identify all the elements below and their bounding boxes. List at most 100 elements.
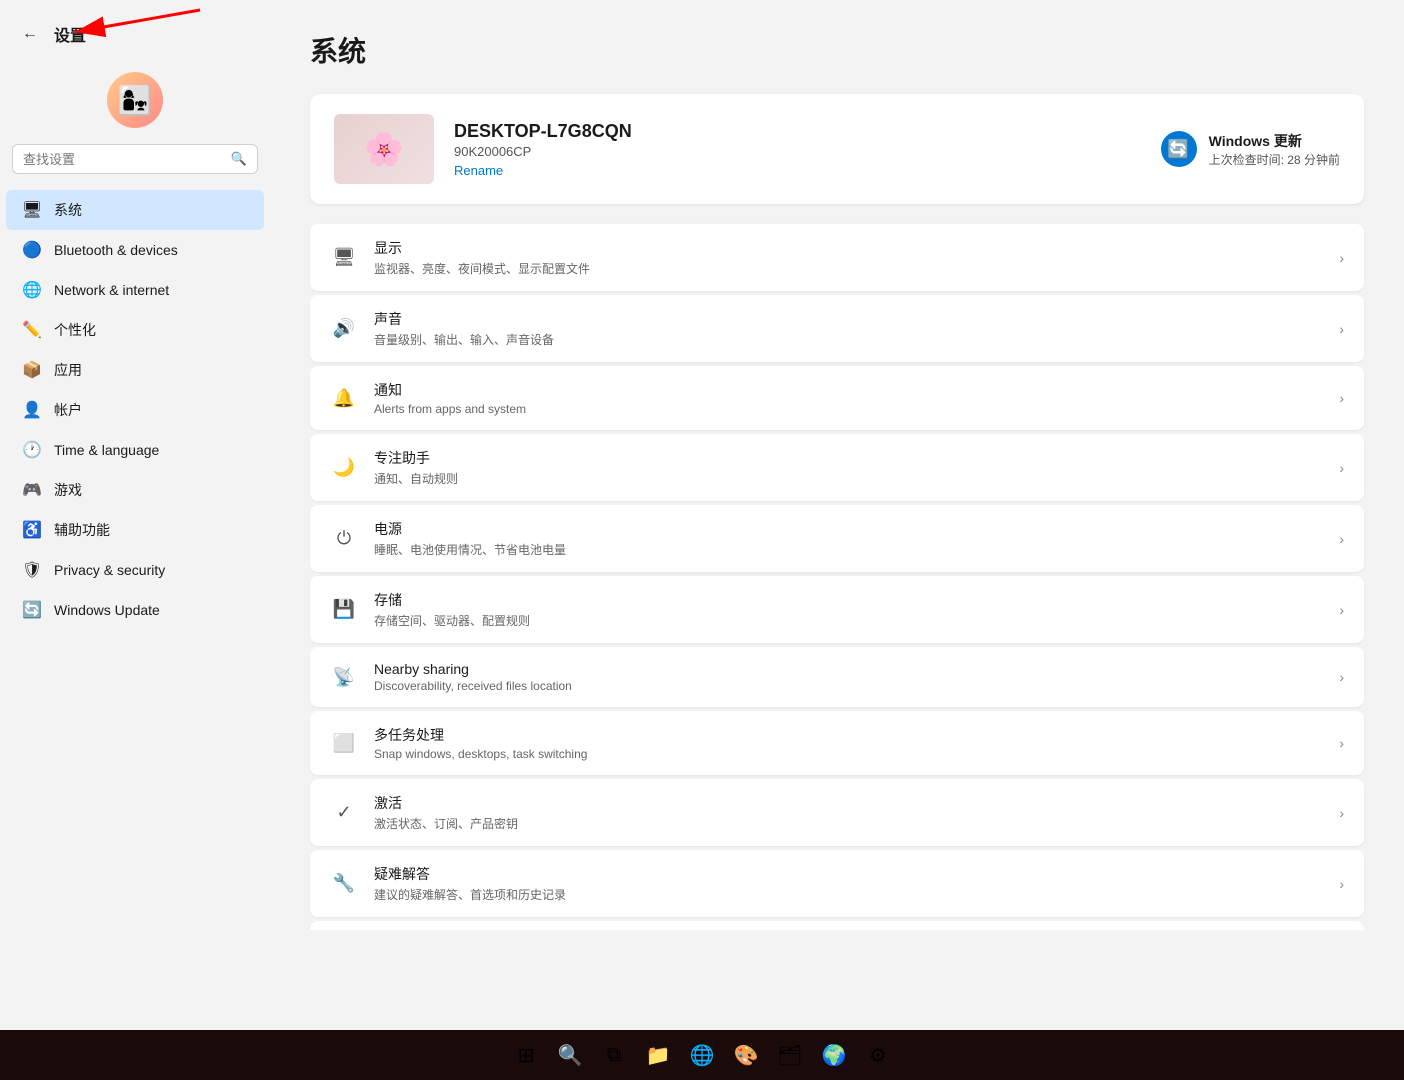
settings-sub-display: 监视器、亮度、夜间模式、显示配置文件: [374, 260, 1323, 277]
windows-update-area: 🔄 Windows 更新 上次检查时间: 28 分钟前: [1161, 131, 1340, 168]
settings-text-nearby: Nearby sharing Discoverability, received…: [374, 661, 1323, 693]
nav-icon-gaming: 🎮: [22, 480, 42, 500]
settings-title-focus: 专注助手: [374, 448, 1323, 468]
settings-icon-activation: ✓: [330, 799, 358, 827]
settings-icon-nearby: 📡: [330, 663, 358, 691]
settings-title-display: 显示: [374, 238, 1323, 258]
settings-item-activation[interactable]: ✓ 激活 激活状态、订阅、产品密钥 ›: [310, 779, 1364, 846]
taskbar-icon-start[interactable]: ⊞: [506, 1035, 546, 1075]
nav-icon-privacy: 🛡: [22, 560, 42, 580]
sidebar-item-personalization[interactable]: ✏️ 个性化: [6, 310, 264, 350]
settings-item-focus[interactable]: 🌙 专注助手 通知、自动规则 ›: [310, 434, 1364, 501]
nav-icon-bluetooth: 🔵: [22, 240, 42, 260]
taskbar-icon-explorer[interactable]: 📁: [638, 1035, 678, 1075]
settings-sub-sound: 音量级别、输出、输入、声音设备: [374, 331, 1323, 348]
chevron-icon-focus: ›: [1339, 460, 1344, 476]
settings-title-activation: 激活: [374, 793, 1323, 813]
chevron-icon-activation: ›: [1339, 805, 1344, 821]
settings-item-notifications[interactable]: 🔔 通知 Alerts from apps and system ›: [310, 366, 1364, 430]
chevron-icon-storage: ›: [1339, 602, 1344, 618]
settings-text-notifications: 通知 Alerts from apps and system: [374, 380, 1323, 416]
settings-sub-power: 睡眠、电池使用情况、节省电池电量: [374, 541, 1323, 558]
taskbar-icon-search[interactable]: 🔍: [550, 1035, 590, 1075]
update-subtitle: 上次检查时间: 28 分钟前: [1209, 151, 1340, 168]
sidebar-item-update[interactable]: 🔄 Windows Update: [6, 590, 264, 630]
settings-text-sound: 声音 音量级别、输出、输入、声音设备: [374, 309, 1323, 348]
settings-item-troubleshoot[interactable]: 🔧 疑难解答 建议的疑难解答、首选项和历史记录 ›: [310, 850, 1364, 917]
settings-item-nearby[interactable]: 📡 Nearby sharing Discoverability, receiv…: [310, 647, 1364, 707]
update-text: Windows 更新 上次检查时间: 28 分钟前: [1209, 131, 1340, 168]
sidebar-item-apps[interactable]: 📦 应用: [6, 350, 264, 390]
search-box[interactable]: 🔍: [12, 144, 258, 174]
page-title: 系统: [310, 30, 1364, 70]
settings-text-power: 电源 睡眠、电池使用情况、节省电池电量: [374, 519, 1323, 558]
sidebar-item-network[interactable]: 🌐 Network & internet: [6, 270, 264, 310]
settings-icon-multitask: ⬜: [330, 729, 358, 757]
taskbar-icon-colorful[interactable]: 🎨: [726, 1035, 766, 1075]
chevron-icon-multitask: ›: [1339, 735, 1344, 751]
settings-sub-notifications: Alerts from apps and system: [374, 402, 1323, 416]
taskbar-icon-settings2[interactable]: ⚙: [858, 1035, 898, 1075]
sidebar-item-system[interactable]: 🖥 系统: [6, 190, 264, 230]
sidebar-item-accessibility[interactable]: ♿ 辅助功能: [6, 510, 264, 550]
device-info: DESKTOP-L7G8CQN 90K20006CP Rename: [454, 121, 1141, 178]
main-content: 系统 🌸 DESKTOP-L7G8CQN 90K20006CP Rename 🔄…: [270, 0, 1404, 930]
settings-text-storage: 存储 存储空间、驱动器、配置规则: [374, 590, 1323, 629]
settings-icon-focus: 🌙: [330, 454, 358, 482]
device-id: 90K20006CP: [454, 144, 1141, 159]
rename-link[interactable]: Rename: [454, 163, 1141, 178]
settings-item-power[interactable]: ⏻ 电源 睡眠、电池使用情况、节省电池电量 ›: [310, 505, 1364, 572]
chevron-icon-power: ›: [1339, 531, 1344, 547]
device-thumbnail: 🌸: [334, 114, 434, 184]
nav-label-update: Windows Update: [54, 602, 160, 618]
settings-text-multitask: 多任务处理 Snap windows, desktops, task switc…: [374, 725, 1323, 761]
taskbar-icon-folder2[interactable]: 🗂: [770, 1035, 810, 1075]
settings-item-display[interactable]: 🖥 显示 监视器、亮度、夜间模式、显示配置文件 ›: [310, 224, 1364, 291]
settings-item-sound[interactable]: 🔊 声音 音量级别、输出、输入、声音设备 ›: [310, 295, 1364, 362]
device-name: DESKTOP-L7G8CQN: [454, 121, 1141, 142]
settings-title-troubleshoot: 疑难解答: [374, 864, 1323, 884]
sidebar-item-privacy[interactable]: 🛡 Privacy & security: [6, 550, 264, 590]
chevron-icon-sound: ›: [1339, 321, 1344, 337]
settings-sub-troubleshoot: 建议的疑难解答、首选项和历史记录: [374, 886, 1323, 903]
settings-icon-troubleshoot: 🔧: [330, 870, 358, 898]
taskbar-center: ⊞🔍⧉📁🌐🎨🗂🌍⚙: [506, 1035, 898, 1075]
sidebar-item-bluetooth[interactable]: 🔵 Bluetooth & devices: [6, 230, 264, 270]
nav-icon-accessibility: ♿: [22, 520, 42, 540]
settings-item-storage[interactable]: 💾 存储 存储空间、驱动器、配置规则 ›: [310, 576, 1364, 643]
back-button[interactable]: ←: [16, 20, 44, 48]
avatar: 👩‍👧: [107, 72, 163, 128]
settings-icon-notifications: 🔔: [330, 384, 358, 412]
device-card: 🌸 DESKTOP-L7G8CQN 90K20006CP Rename 🔄 Wi…: [310, 94, 1364, 204]
nav-icon-network: 🌐: [22, 280, 42, 300]
search-icon: 🔍: [231, 151, 247, 167]
update-title: Windows 更新: [1209, 131, 1340, 151]
taskbar-icon-globe[interactable]: 🌍: [814, 1035, 854, 1075]
nav-label-gaming: 游戏: [54, 480, 82, 500]
taskbar-icon-taskview[interactable]: ⧉: [594, 1035, 634, 1075]
settings-sub-focus: 通知、自动规则: [374, 470, 1323, 487]
nav-icon-update: 🔄: [22, 600, 42, 620]
chevron-icon-nearby: ›: [1339, 669, 1344, 685]
taskbar-icon-chrome[interactable]: 🌐: [682, 1035, 722, 1075]
settings-text-focus: 专注助手 通知、自动规则: [374, 448, 1323, 487]
settings-icon-sound: 🔊: [330, 315, 358, 343]
avatar-emoji: 👩‍👧: [118, 84, 153, 117]
nav-icon-time: 🕐: [22, 440, 42, 460]
sidebar-item-time[interactable]: 🕐 Time & language: [6, 430, 264, 470]
settings-sub-nearby: Discoverability, received files location: [374, 679, 1323, 693]
settings-item-multitask[interactable]: ⬜ 多任务处理 Snap windows, desktops, task swi…: [310, 711, 1364, 775]
settings-item-recovery[interactable]: ↩ 恢复 重置、高级启动、早期版本的 Windows ›: [310, 921, 1364, 930]
nav-icon-accounts: 👤: [22, 400, 42, 420]
nav-icon-system: 🖥: [22, 200, 42, 220]
settings-title-storage: 存储: [374, 590, 1323, 610]
settings-title-power: 电源: [374, 519, 1323, 539]
settings-sub-storage: 存储空间、驱动器、配置规则: [374, 612, 1323, 629]
settings-text-display: 显示 监视器、亮度、夜间模式、显示配置文件: [374, 238, 1323, 277]
search-input[interactable]: [23, 152, 223, 167]
taskbar: ⊞🔍⧉📁🌐🎨🗂🌍⚙: [0, 1030, 1404, 1080]
sidebar-title: 设置: [54, 22, 86, 46]
sidebar: ← 设置 👩‍👧 🔍 🖥 系统 🔵 Bluetooth & devices 🌐 …: [0, 0, 270, 930]
sidebar-item-accounts[interactable]: 👤 帐户: [6, 390, 264, 430]
sidebar-item-gaming[interactable]: 🎮 游戏: [6, 470, 264, 510]
